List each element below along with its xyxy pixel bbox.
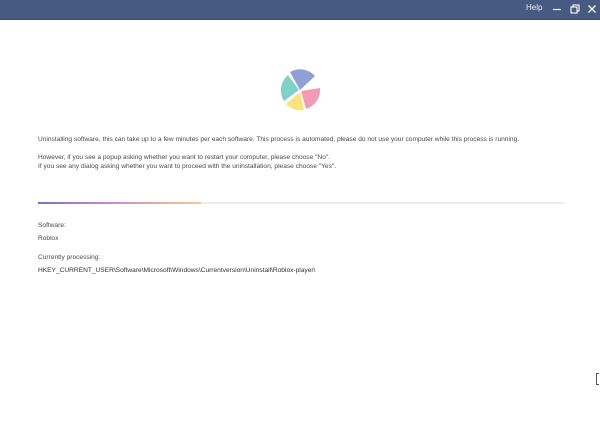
close-icon	[588, 5, 596, 13]
software-label: Software:	[38, 222, 66, 229]
minimize-icon	[553, 8, 561, 11]
restart-instruction: However, if you see a popup asking wheth…	[38, 154, 331, 161]
proceed-instruction: If you see any dialog asking whether you…	[38, 163, 337, 170]
software-value: Roblox	[38, 235, 59, 242]
minimize-button[interactable]	[550, 2, 564, 16]
title-bar: Help	[0, 0, 600, 20]
restore-icon	[570, 4, 580, 14]
logo-slice-pink	[301, 88, 321, 109]
processing-label: Currently processing:	[38, 254, 101, 261]
pie-logo-icon	[280, 69, 321, 111]
help-link[interactable]: Help	[526, 3, 542, 12]
scroll-edge-marker	[596, 373, 599, 385]
info-message: Uninstalling software, this can take up …	[38, 136, 520, 143]
close-button[interactable]	[585, 2, 599, 16]
progress-bar	[38, 202, 564, 204]
progress-fill	[38, 202, 202, 204]
processing-value: HKEY_CURRENT_USER\Software\Microsoft\Win…	[38, 267, 316, 274]
restore-button[interactable]	[568, 2, 582, 16]
uninstaller-window: Help Uninstalling software, this can tak…	[0, 0, 600, 422]
